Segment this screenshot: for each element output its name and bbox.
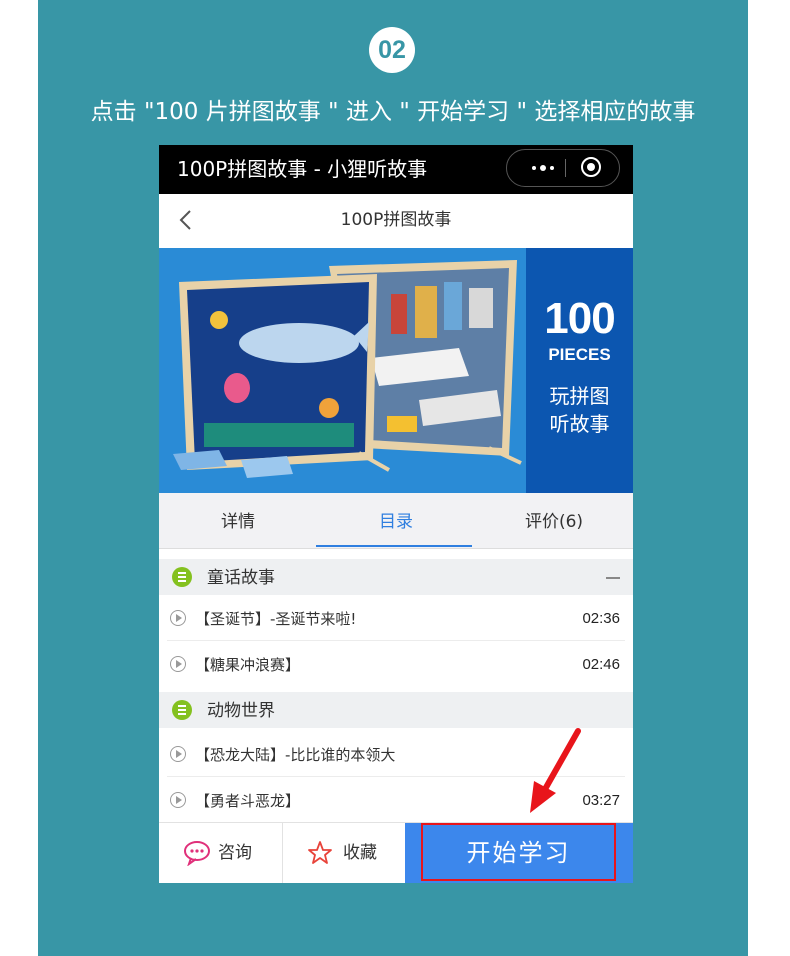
- red-arrow-icon: [530, 728, 581, 813]
- collapse-icon[interactable]: [606, 577, 620, 579]
- target-close-icon[interactable]: [581, 157, 601, 177]
- item-duration: 02:36: [582, 610, 620, 627]
- tab-reviews[interactable]: 评价(6): [475, 493, 633, 548]
- section-title: 童话故事: [207, 568, 275, 588]
- puzzle-boards-illustration: [159, 248, 526, 493]
- navigation-bar: 100P拼图故事: [159, 194, 633, 247]
- section-header[interactable]: 动物世界: [159, 692, 633, 728]
- favorite-label: 收藏: [343, 843, 377, 863]
- mini-program-topbar: 100P拼图故事 - 小狸听故事: [159, 145, 633, 194]
- step-badge: 02: [369, 27, 415, 73]
- active-tab-indicator: [316, 545, 472, 547]
- banner-label-panel: 100 PIECES 玩拼图 听故事: [526, 248, 633, 493]
- chat-bubble-icon: [184, 841, 210, 866]
- capsule-menu: [506, 149, 620, 187]
- play-icon: [170, 746, 186, 762]
- favorite-button[interactable]: 收藏: [283, 823, 405, 883]
- section-title: 动物世界: [207, 701, 275, 721]
- banner-number: 100: [544, 294, 615, 343]
- more-dots-icon[interactable]: [525, 150, 561, 186]
- banner-slogan-line1: 玩拼图: [549, 384, 610, 408]
- capsule-divider: [565, 159, 566, 177]
- instruction-text: 点击 "100 片拼图故事 " 进入 " 开始学习 " 选择相应的故事: [90, 99, 696, 125]
- page-title: 100P拼图故事: [340, 210, 452, 230]
- highlight-box: [421, 823, 616, 881]
- tab-catalog[interactable]: 目录: [317, 493, 475, 548]
- item-duration: 02:46: [582, 656, 620, 673]
- item-title: 【恐龙大陆】-比比谁的本领大: [195, 746, 396, 764]
- item-title: 【勇者斗恶龙】: [195, 792, 301, 810]
- consult-label: 咨询: [218, 843, 252, 863]
- play-icon: [170, 610, 186, 626]
- item-title: 【圣诞节】-圣诞节来啦!: [195, 610, 357, 628]
- banner-pieces: PIECES: [548, 345, 611, 364]
- list-icon: [172, 567, 192, 587]
- consult-button[interactable]: 咨询: [159, 823, 282, 883]
- list-icon: [172, 700, 192, 720]
- banner-slogan-line2: 听故事: [549, 412, 610, 436]
- list-item[interactable]: 【糖果冲浪赛】 02:46: [159, 641, 633, 687]
- star-icon: [308, 841, 332, 864]
- list-item[interactable]: 【圣诞节】-圣诞节来啦! 02:36: [159, 595, 633, 641]
- tab-details[interactable]: 详情: [159, 493, 317, 548]
- play-icon: [170, 792, 186, 808]
- product-banner[interactable]: 100 PIECES 玩拼图 听故事: [159, 248, 633, 493]
- topbar-title: 100P拼图故事 - 小狸听故事: [177, 157, 428, 181]
- item-title: 【糖果冲浪赛】: [195, 656, 301, 674]
- section-header[interactable]: 童话故事: [159, 559, 633, 595]
- play-icon: [170, 656, 186, 672]
- tab-bar: 详情 目录 评价(6): [159, 493, 633, 549]
